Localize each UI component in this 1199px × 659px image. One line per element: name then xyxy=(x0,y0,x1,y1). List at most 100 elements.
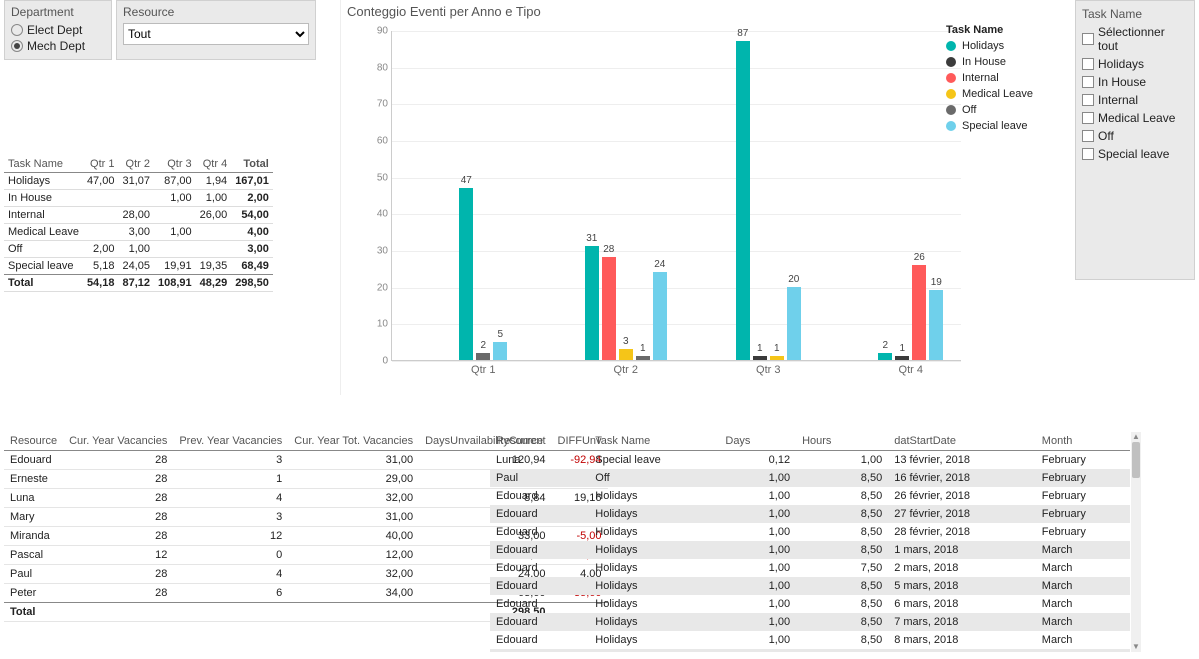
chart-bar[interactable] xyxy=(787,287,801,360)
table-row[interactable]: EdouardHolidays1,008,501 mars, 2018March xyxy=(490,541,1130,559)
table-row[interactable]: EdouardHolidays1,008,508 mars, 2018March xyxy=(490,631,1130,649)
table-header[interactable]: Task Name xyxy=(589,432,719,451)
task-check-item[interactable]: In House xyxy=(1082,75,1188,89)
table-row[interactable]: EdouardHolidays1,008,505 mars, 2018March xyxy=(490,577,1130,595)
matrix-row[interactable]: Medical Leave3,001,004,00 xyxy=(4,224,273,241)
task-check-item[interactable]: Sélectionner tout xyxy=(1082,25,1188,53)
table-cell: 12 xyxy=(63,546,173,565)
chart-bar[interactable] xyxy=(619,349,633,360)
table-cell: March xyxy=(1036,541,1130,559)
table-row[interactable]: EdouardHolidays1,007,502 mars, 2018March xyxy=(490,559,1130,577)
table-cell: 8,50 xyxy=(796,523,888,541)
table-row[interactable]: LunaSpecial leave0,121,0013 février, 201… xyxy=(490,451,1130,470)
table-cell: 28 xyxy=(63,451,173,470)
scroll-thumb[interactable] xyxy=(1132,442,1140,478)
table-header[interactable]: Prev. Year Vacancies xyxy=(173,432,288,451)
table-header[interactable]: Cur. Year Tot. Vacancies xyxy=(288,432,419,451)
task-check-item[interactable]: Special leave xyxy=(1082,147,1188,161)
chart-bar[interactable] xyxy=(912,265,926,360)
task-check-item[interactable]: Holidays xyxy=(1082,57,1188,71)
matrix-cell: 47,00 xyxy=(83,173,119,190)
task-check-item[interactable]: Medical Leave xyxy=(1082,111,1188,125)
matrix-row[interactable]: Internal28,0026,0054,00 xyxy=(4,207,273,224)
chart-bar[interactable] xyxy=(895,356,909,360)
table-header[interactable]: Resource xyxy=(490,432,589,451)
table-cell: March xyxy=(1036,649,1130,652)
chart-bar[interactable] xyxy=(636,356,650,360)
table-cell: Edouard xyxy=(490,559,589,577)
chart-bar[interactable] xyxy=(585,246,599,360)
table-row[interactable]: EdouardHolidays1,008,507 mars, 2018March xyxy=(490,613,1130,631)
chart-bar[interactable] xyxy=(878,353,892,360)
legend-item[interactable]: Medical Leave xyxy=(946,88,1056,100)
chart-bar[interactable] xyxy=(736,41,750,360)
matrix-header[interactable]: Task Name xyxy=(4,156,83,173)
matrix-cell: 1,94 xyxy=(196,173,232,190)
matrix-header[interactable]: Qtr 2 xyxy=(118,156,154,173)
matrix-header[interactable]: Qtr 4 xyxy=(196,156,232,173)
radio-icon xyxy=(11,24,23,36)
table-cell: March xyxy=(1036,595,1130,613)
table-cell: Holidays xyxy=(589,487,719,505)
table-cell: Holidays xyxy=(589,505,719,523)
table-cell: 1,00 xyxy=(719,559,796,577)
table-header[interactable]: Days xyxy=(719,432,796,451)
legend-label: Off xyxy=(962,104,976,116)
slicer-resource: Resource Tout xyxy=(116,0,316,60)
matrix-row[interactable]: Holidays47,0031,0787,001,94167,01 xyxy=(4,173,273,190)
matrix-header[interactable]: Qtr 1 xyxy=(83,156,119,173)
resource-dropdown[interactable]: Tout xyxy=(123,23,309,45)
chart-body[interactable]: 01020304050607080904725Qtr 131283124Qtr … xyxy=(361,21,961,381)
chart-bar[interactable] xyxy=(753,356,767,360)
scrollbar-vertical[interactable]: ▲ ▼ xyxy=(1131,432,1141,652)
chart-bar[interactable] xyxy=(602,257,616,360)
matrix-cell: 87,00 xyxy=(154,173,196,190)
table-cell: Mary xyxy=(4,508,63,527)
table-header[interactable]: Resource xyxy=(4,432,63,451)
dept-option-mech[interactable]: Mech Dept xyxy=(11,39,105,53)
table-header[interactable]: Hours xyxy=(796,432,888,451)
legend-item[interactable]: Internal xyxy=(946,72,1056,84)
table-cell: Special leave xyxy=(589,451,719,470)
table-row[interactable]: EdouardHolidays1,007,509 mars, 2018March xyxy=(490,649,1130,652)
matrix-header[interactable]: Qtr 3 xyxy=(154,156,196,173)
matrix-cell: Special leave xyxy=(4,258,83,275)
chart-bar[interactable] xyxy=(653,272,667,360)
legend-item[interactable]: Holidays xyxy=(946,40,1056,52)
matrix-row[interactable]: Special leave5,1824,0519,9119,3568,49 xyxy=(4,258,273,275)
dept-option-elect[interactable]: Elect Dept xyxy=(11,23,105,37)
matrix-cell xyxy=(196,241,232,258)
table-row[interactable]: EdouardHolidays1,008,5028 février, 2018F… xyxy=(490,523,1130,541)
checkbox-icon xyxy=(1082,148,1094,160)
chart-bar[interactable] xyxy=(493,342,507,360)
table-header[interactable]: Cur. Year Vacancies xyxy=(63,432,173,451)
table-cell: 16 février, 2018 xyxy=(888,469,1036,487)
chart-bar[interactable] xyxy=(770,356,784,360)
chart-legend: Task Name HolidaysIn HouseInternalMedica… xyxy=(946,24,1056,136)
table-row[interactable]: PaulOff1,008,5016 février, 2018February xyxy=(490,469,1130,487)
table-cell: 29,00 xyxy=(288,470,419,489)
table-row[interactable]: EdouardHolidays1,008,506 mars, 2018March xyxy=(490,595,1130,613)
legend-item[interactable]: In House xyxy=(946,56,1056,68)
table-cell: 27 février, 2018 xyxy=(888,505,1036,523)
legend-swatch-icon xyxy=(946,105,956,115)
table-row[interactable]: EdouardHolidays1,008,5026 février, 2018F… xyxy=(490,487,1130,505)
table-cell: Holidays xyxy=(589,595,719,613)
chart-bar[interactable] xyxy=(459,188,473,360)
matrix-row[interactable]: Off2,001,003,00 xyxy=(4,241,273,258)
table-row[interactable]: EdouardHolidays1,008,5027 février, 2018F… xyxy=(490,505,1130,523)
table-cell: Holidays xyxy=(589,559,719,577)
table-header[interactable]: Month xyxy=(1036,432,1130,451)
matrix-row[interactable]: In House1,001,002,00 xyxy=(4,190,273,207)
chart-bar[interactable] xyxy=(476,353,490,360)
chart-bar[interactable] xyxy=(929,290,943,360)
table-header[interactable]: datStartDate xyxy=(888,432,1036,451)
task-check-item[interactable]: Internal xyxy=(1082,93,1188,107)
table-cell: 0 xyxy=(173,546,288,565)
matrix-header[interactable]: Total xyxy=(231,156,273,173)
legend-item[interactable]: Off xyxy=(946,104,1056,116)
scroll-down-icon[interactable]: ▼ xyxy=(1131,642,1141,652)
scroll-up-icon[interactable]: ▲ xyxy=(1131,432,1141,442)
legend-item[interactable]: Special leave xyxy=(946,120,1056,132)
task-check-item[interactable]: Off xyxy=(1082,129,1188,143)
